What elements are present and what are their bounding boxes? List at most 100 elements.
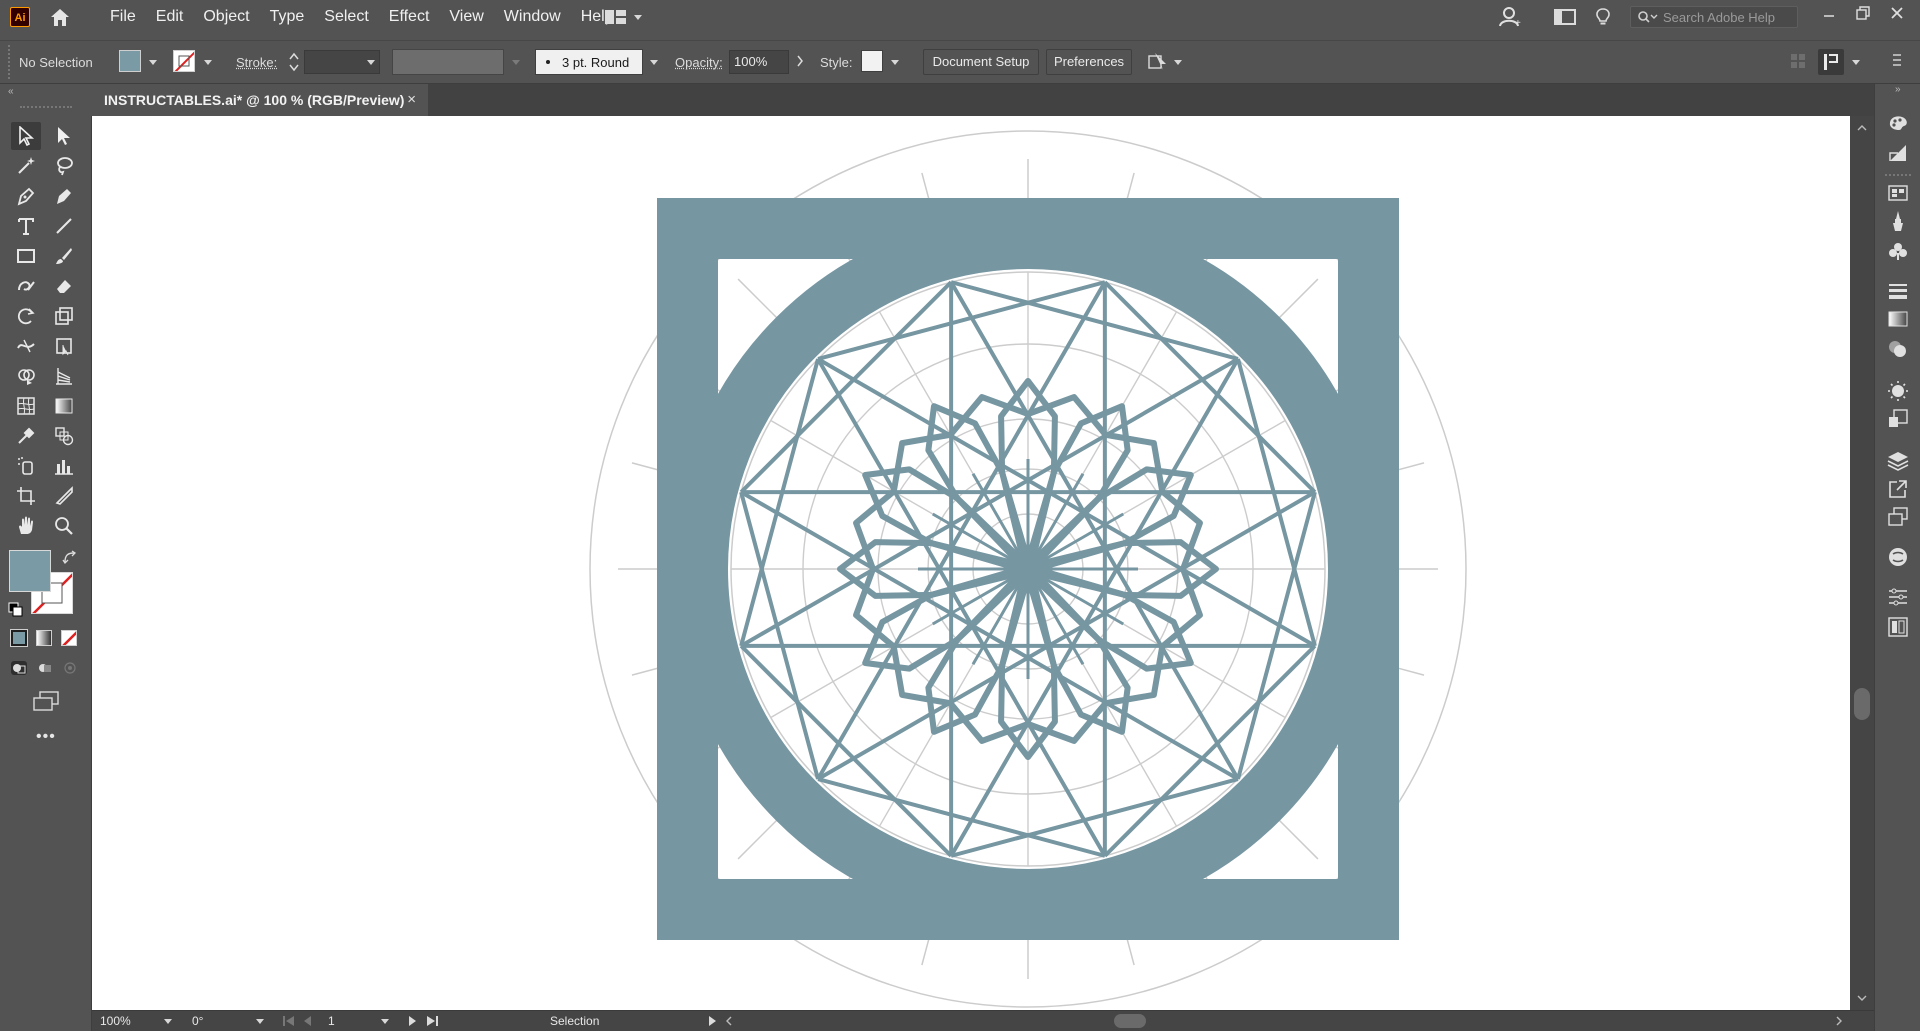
menu-type[interactable]: Type xyxy=(260,0,315,34)
grid-toggle-icon[interactable] xyxy=(1790,53,1806,72)
first-artboard-icon[interactable] xyxy=(282,1015,296,1030)
status-menu-icon[interactable] xyxy=(708,1015,718,1030)
artboards-panel-icon[interactable] xyxy=(1887,506,1909,528)
panel-grip[interactable] xyxy=(8,45,14,79)
style-chevron-icon[interactable] xyxy=(891,60,899,65)
swatches-panel-icon[interactable] xyxy=(1887,182,1909,204)
swap-fill-stroke-icon[interactable] xyxy=(62,550,78,569)
scale-tool-icon[interactable] xyxy=(49,302,79,330)
free-transform-tool-icon[interactable] xyxy=(49,332,79,360)
panel-menu-icon[interactable] xyxy=(1892,51,1902,74)
stroke-dropdown-chevron-icon[interactable] xyxy=(204,60,212,65)
direct-selection-tool-icon[interactable] xyxy=(49,122,79,150)
scroll-up-icon[interactable] xyxy=(1856,122,1868,136)
draw-normal-icon[interactable] xyxy=(10,660,28,679)
edit-toolbar-icon[interactable]: ••• xyxy=(36,728,56,746)
fill-color-box[interactable] xyxy=(9,550,51,592)
rotation-field[interactable]: 0° xyxy=(192,1013,232,1029)
width-tool-icon[interactable] xyxy=(11,332,41,360)
menu-view[interactable]: View xyxy=(439,0,493,34)
canvas[interactable] xyxy=(92,116,1850,1010)
gradient-mode-icon[interactable] xyxy=(36,630,52,646)
color-guide-icon[interactable] xyxy=(1887,142,1909,164)
pen-tool-icon[interactable] xyxy=(11,182,41,210)
zoom-dropdown-chevron-icon[interactable] xyxy=(164,1019,172,1024)
stroke-label[interactable]: Stroke: xyxy=(236,55,277,70)
graphic-style-swatch[interactable] xyxy=(861,50,883,72)
home-icon[interactable] xyxy=(48,6,72,28)
export-asset-panel-icon[interactable] xyxy=(1887,478,1909,500)
artboard-number-field[interactable]: 1 xyxy=(328,1013,358,1029)
panel-group-grip[interactable] xyxy=(1885,174,1911,176)
zoom-level-field[interactable]: 100% xyxy=(100,1013,150,1029)
layers-panel-icon[interactable] xyxy=(1887,450,1909,472)
transparency-panel-icon[interactable] xyxy=(1887,338,1909,360)
eraser-tool-icon[interactable] xyxy=(49,272,79,300)
document-info-panel-icon[interactable] xyxy=(1887,616,1909,638)
scroll-down-icon[interactable] xyxy=(1856,992,1868,1006)
slice-tool-icon[interactable] xyxy=(49,482,79,510)
expand-panels-icon[interactable]: » xyxy=(1895,84,1901,95)
none-mode-icon[interactable] xyxy=(61,630,77,646)
perspective-grid-tool-icon[interactable] xyxy=(49,362,79,390)
artboard-tool-icon[interactable] xyxy=(11,482,41,510)
preferences-button[interactable]: Preferences xyxy=(1046,49,1132,75)
arrange-documents-icon[interactable] xyxy=(1554,9,1576,25)
properties-panel-toggle-icon[interactable] xyxy=(1818,49,1844,75)
restore-icon[interactable] xyxy=(1846,0,1880,26)
opacity-expand-chevron-icon[interactable] xyxy=(796,54,804,71)
default-fill-stroke-icon[interactable] xyxy=(8,602,24,621)
guide-ray[interactable] xyxy=(737,815,782,860)
hand-tool-icon[interactable] xyxy=(11,512,41,540)
guide-ray[interactable] xyxy=(1274,278,1319,323)
column-graph-tool-icon[interactable] xyxy=(49,452,79,480)
paintbrush-tool-icon[interactable] xyxy=(49,242,79,270)
search-field[interactable]: Search Adobe Help xyxy=(1630,6,1798,28)
last-artboard-icon[interactable] xyxy=(426,1015,440,1030)
shaper-tool-icon[interactable] xyxy=(11,272,41,300)
rectangle-tool-icon[interactable] xyxy=(11,242,41,270)
opacity-field[interactable]: 100% xyxy=(729,50,789,74)
document-tab[interactable]: INSTRUCTABLES.ai* @ 100 % (RGB/Preview) … xyxy=(92,84,428,116)
brush-chevron-icon[interactable] xyxy=(650,60,658,65)
scroll-left-icon[interactable] xyxy=(724,1015,734,1030)
menu-edit[interactable]: Edit xyxy=(146,0,194,34)
type-tool-icon[interactable] xyxy=(11,212,41,240)
magic-wand-tool-icon[interactable] xyxy=(11,152,41,180)
discover-lightbulb-icon[interactable] xyxy=(1594,7,1612,27)
selection-tool-icon[interactable] xyxy=(11,122,41,150)
vertical-scrollbar[interactable] xyxy=(1850,116,1874,1010)
lasso-tool-icon[interactable] xyxy=(49,152,79,180)
rotate-tool-icon[interactable] xyxy=(11,302,41,330)
color-mode-icon[interactable] xyxy=(10,629,28,647)
shape-builder-tool-icon[interactable] xyxy=(11,362,41,390)
zoom-tool-icon[interactable] xyxy=(49,512,79,540)
toolbar-grip[interactable] xyxy=(20,106,72,110)
stroke-weight-chevron-icon[interactable] xyxy=(367,60,375,65)
rotation-dropdown-chevron-icon[interactable] xyxy=(256,1019,264,1024)
fill-dropdown-chevron-icon[interactable] xyxy=(149,60,157,65)
collapse-toolbar-icon[interactable]: « xyxy=(8,86,14,97)
blend-tool-icon[interactable] xyxy=(49,422,79,450)
guide-ray[interactable] xyxy=(1274,815,1319,860)
previous-artboard-icon[interactable] xyxy=(302,1015,312,1030)
appearance-panel-icon[interactable] xyxy=(1887,380,1909,402)
menu-object[interactable]: Object xyxy=(193,0,259,34)
menu-window[interactable]: Window xyxy=(494,0,571,34)
next-artboard-icon[interactable] xyxy=(408,1015,418,1030)
select-similar-chevron-icon[interactable] xyxy=(1174,60,1182,65)
close-tab-icon[interactable]: × xyxy=(407,91,416,108)
libraries-panel-icon[interactable] xyxy=(1887,546,1909,568)
draw-behind-icon[interactable] xyxy=(36,660,54,679)
color-panel-icon[interactable] xyxy=(1887,112,1909,134)
line-segment-tool-icon[interactable] xyxy=(49,212,79,240)
brush-definition-field[interactable]: 3 pt. Round xyxy=(535,49,643,75)
gradient-tool-icon[interactable] xyxy=(49,392,79,420)
scroll-right-icon[interactable] xyxy=(1834,1015,1844,1030)
stroke-swatch[interactable] xyxy=(173,50,195,72)
workspace-switcher[interactable] xyxy=(604,8,642,26)
account-icon[interactable]: + xyxy=(1498,6,1524,28)
horizontal-scroll-thumb[interactable] xyxy=(1114,1014,1146,1028)
minimize-icon[interactable] xyxy=(1812,0,1846,26)
menu-file[interactable]: File xyxy=(100,0,146,34)
